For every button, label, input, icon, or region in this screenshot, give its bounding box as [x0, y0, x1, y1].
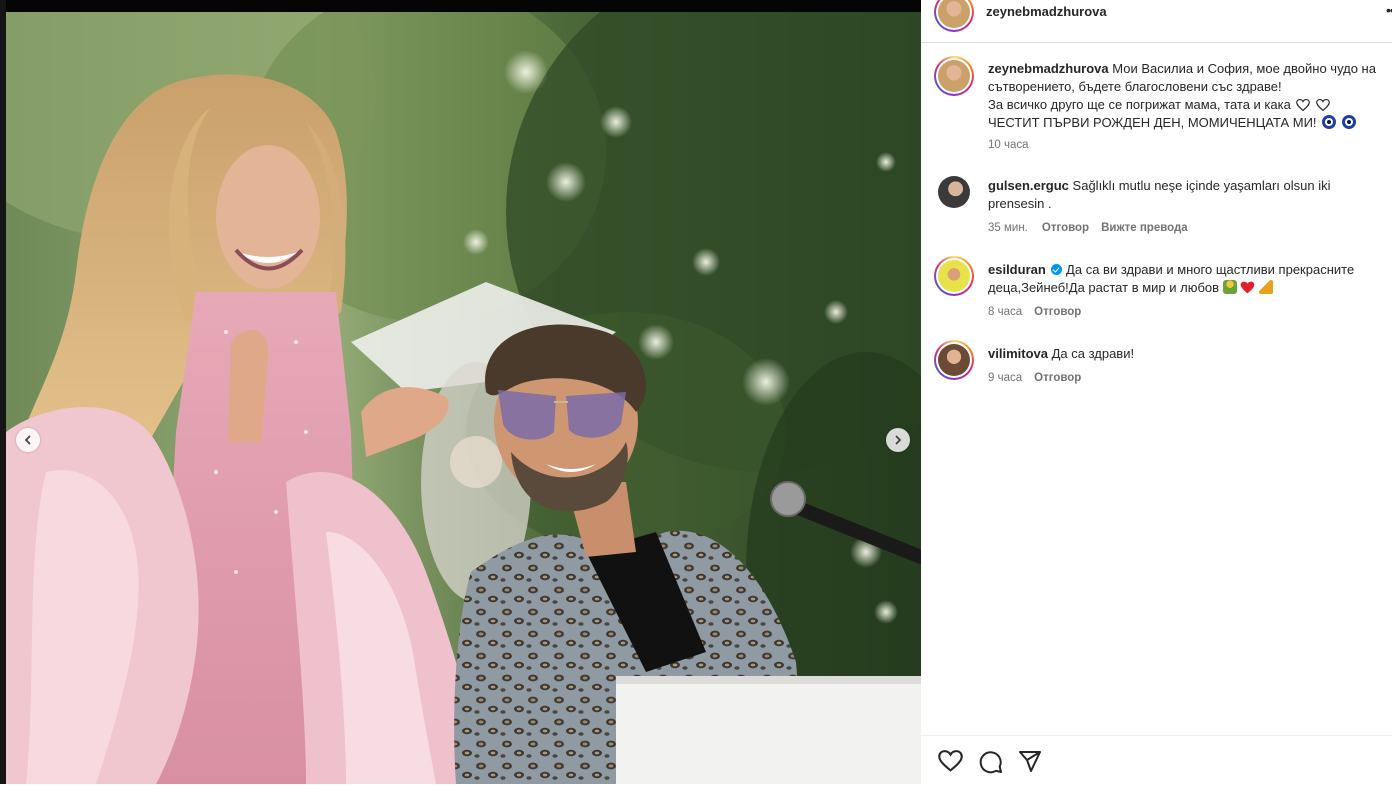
comment-timestamp: 9 часа — [988, 372, 1023, 384]
see-translation-button[interactable]: Вижте превода — [1101, 222, 1188, 234]
comment-text: Да са здрави! — [1051, 346, 1135, 361]
prev-photo-button[interactable] — [16, 428, 40, 452]
next-photo-button[interactable] — [886, 428, 910, 452]
heart-icon[interactable] — [938, 750, 963, 772]
post-media — [0, 0, 921, 784]
heart-emoji-icon — [1316, 99, 1330, 111]
avatar — [938, 60, 970, 92]
post-action-bar — [921, 735, 1392, 785]
chevron-right-icon — [895, 435, 902, 445]
caption-avatar-ring[interactable] — [934, 56, 974, 96]
comment-timestamp: 35 мин. — [988, 222, 1028, 234]
comment-username[interactable]: vilimitova — [988, 346, 1048, 361]
reply-button[interactable]: Отговор — [1042, 222, 1089, 234]
caption-username[interactable]: zeynebmadzhurova — [988, 61, 1109, 76]
post-photo — [6, 12, 921, 784]
bouquet-emoji-icon — [1222, 280, 1237, 294]
comment-avatar-ring[interactable] — [934, 340, 974, 380]
caption-text-line2: За всичко друго ще се погрижат мама, тат… — [988, 97, 1291, 112]
comment-icon[interactable] — [979, 750, 1003, 774]
comment-avatar-ring[interactable] — [934, 256, 974, 296]
share-icon[interactable] — [1018, 750, 1042, 773]
post-header: zeynebmadzhurova ••• — [921, 0, 1392, 43]
avatar — [938, 260, 970, 292]
avatar[interactable] — [938, 176, 970, 208]
nazar-emoji-icon — [1341, 115, 1356, 129]
post-side-panel: zeynebmadzhurova ••• zeynebmadzhurova Мо… — [921, 0, 1392, 784]
media-top-bar — [0, 0, 921, 12]
comment-timestamp: 8 часа — [988, 306, 1023, 318]
avatar — [938, 344, 970, 376]
reply-button[interactable]: Отговор — [1034, 306, 1081, 318]
nazar-emoji-icon — [1322, 115, 1337, 129]
reply-button[interactable]: Отговор — [1034, 372, 1081, 384]
chevron-left-icon — [24, 435, 31, 445]
heart-emoji-icon — [1296, 99, 1311, 111]
comment-username[interactable]: esilduran — [988, 262, 1046, 277]
caption-text-line3: ЧЕСТИТ ПЪРВИ РОЖДЕН ДЕН, МОМИЧЕНЦАТА МИ! — [988, 115, 1317, 130]
verified-badge-icon — [1051, 264, 1063, 275]
red-heart-emoji-icon — [1240, 281, 1255, 294]
author-username[interactable]: zeynebmadzhurova — [986, 4, 1107, 19]
comment-username[interactable]: gulsen.erguc — [988, 178, 1069, 193]
author-story-ring[interactable] — [934, 0, 974, 32]
caption-timestamp: 10 часа — [988, 139, 1029, 151]
party-popper-emoji-icon — [1258, 280, 1273, 294]
more-options-button[interactable]: ••• — [1386, 2, 1392, 18]
